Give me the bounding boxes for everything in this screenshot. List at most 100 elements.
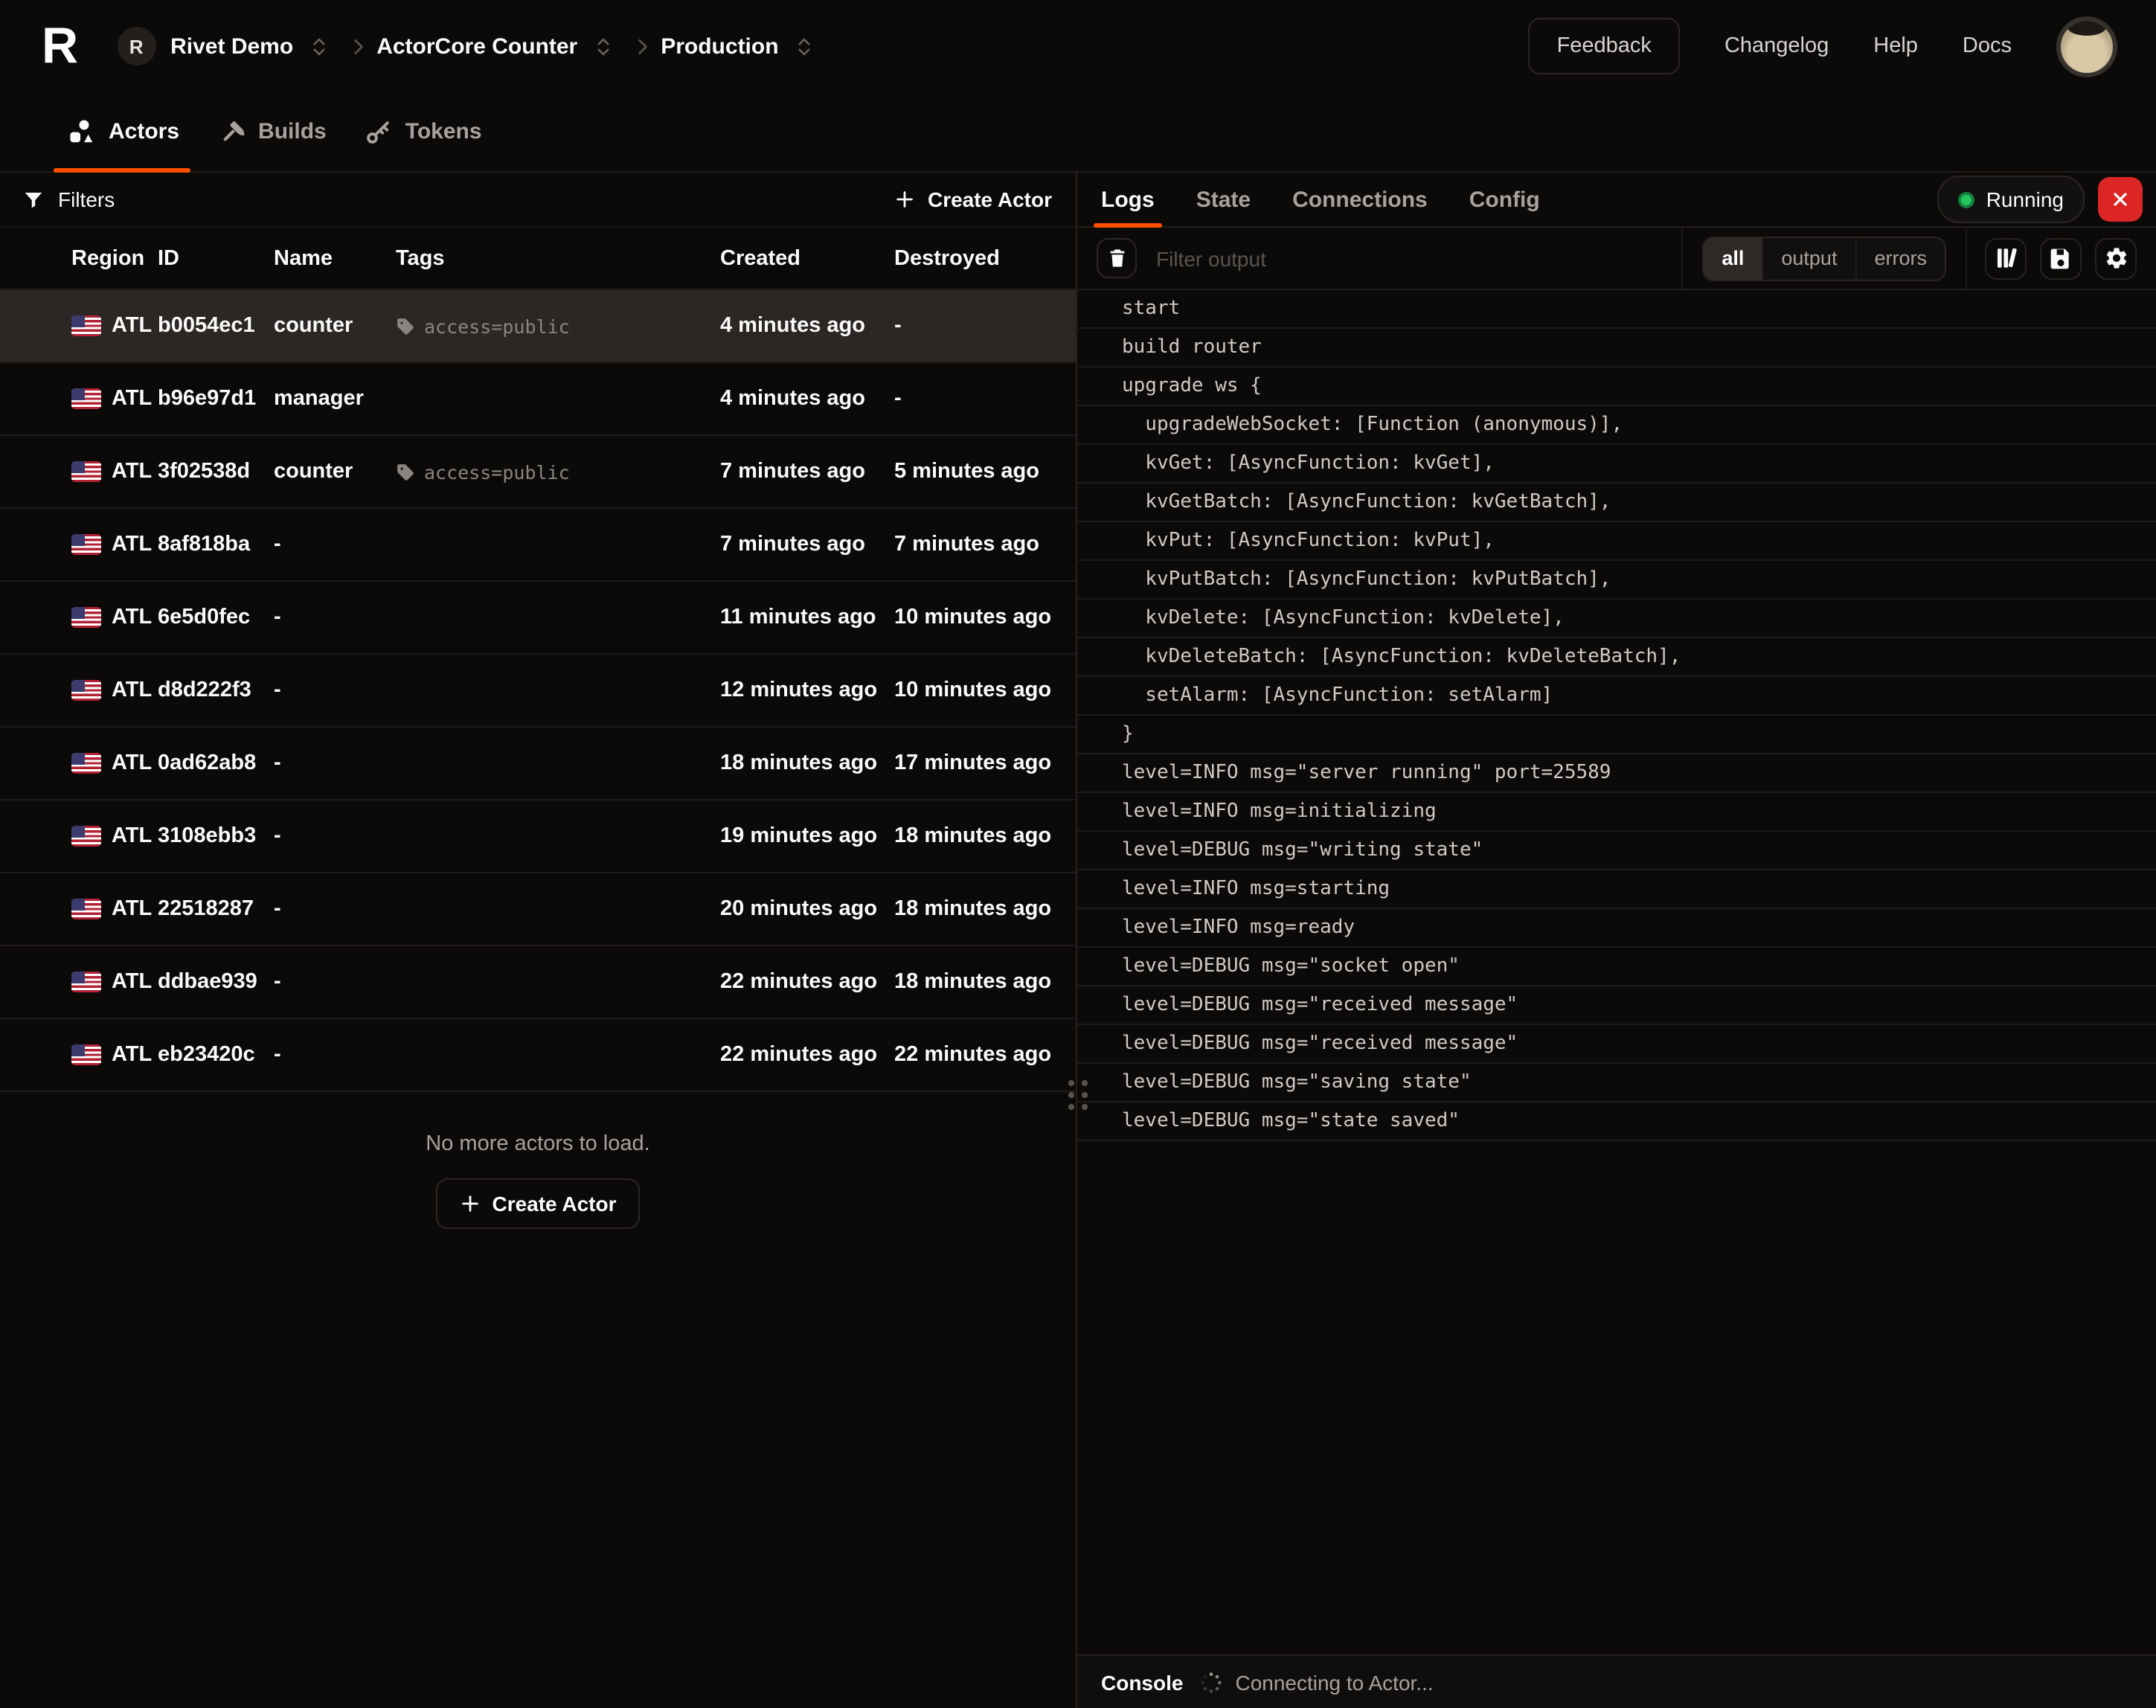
log-settings-button[interactable] [2095,237,2137,279]
breadcrumb-item[interactable]: ActorCore Counter [376,33,623,59]
save-logs-button[interactable] [2040,237,2082,279]
table-row[interactable]: ATLb96e97d1manager4 minutes ago- [0,363,1076,436]
panel-resize-handle[interactable] [1065,1077,1091,1113]
breadcrumb-item[interactable]: RRivet Demo [117,27,339,65]
table-row[interactable]: ATL0ad62ab8-18 minutes ago17 minutes ago [0,728,1076,800]
destroyed-cell: 10 minutes ago [894,606,1076,629]
log-line[interactable]: level=INFO msg=initializing [1077,793,2156,832]
filters-button[interactable]: Filters [22,187,115,211]
create-actor-button-bottom[interactable]: Create Actor [435,1178,640,1229]
log-line[interactable]: kvDeleteBatch: [AsyncFunction: kvDeleteB… [1077,638,2156,677]
detail-tab-connections[interactable]: Connections [1292,173,1428,226]
log-line[interactable]: level=DEBUG msg="writing state" [1077,832,2156,870]
name-cell: - [274,606,396,629]
log-line[interactable]: level=DEBUG msg="saving state" [1077,1064,2156,1102]
table-row[interactable]: ATLb0054ec1counteraccess=public4 minutes… [0,290,1076,363]
log-line[interactable]: build router [1077,329,2156,367]
header-link-help[interactable]: Help [1873,34,1918,58]
view-raw-logs-button[interactable] [1985,237,2027,279]
console-bar[interactable]: Console Connecting to Actor... [1077,1654,2156,1708]
feedback-button[interactable]: Feedback [1529,18,1680,74]
table-row[interactable]: ATLeb23420c-22 minutes ago22 minutes ago [0,1019,1076,1092]
name-cell: - [274,824,396,848]
destroyed-cell: 7 minutes ago [894,533,1076,556]
log-line[interactable]: level=INFO msg="server running" port=255… [1077,754,2156,793]
created-cell: 18 minutes ago [720,751,894,775]
table-row[interactable]: ATLd8d222f3-12 minutes ago10 minutes ago [0,655,1076,728]
log-line[interactable]: setAlarm: [AsyncFunction: setAlarm] [1077,677,2156,716]
close-button[interactable] [2098,177,2143,222]
breadcrumb-item[interactable]: Production [661,33,824,59]
log-line[interactable]: kvGet: [AsyncFunction: kvGet], [1077,445,2156,484]
log-line[interactable]: level=INFO msg=ready [1077,909,2156,948]
log-line[interactable]: level=DEBUG msg="received message" [1077,1025,2156,1064]
log-line[interactable]: kvDelete: [AsyncFunction: kvDelete], [1077,600,2156,638]
table-row[interactable]: ATL6e5d0fec-11 minutes ago10 minutes ago [0,582,1076,655]
filter-mode-output[interactable]: output [1763,237,1856,279]
filter-modes-section: alloutputerrors [1683,228,1967,289]
destroyed-cell: 10 minutes ago [894,678,1076,702]
log-line[interactable]: } [1077,716,2156,754]
caret-updown-icon[interactable] [592,35,615,57]
table-row[interactable]: ATL3108ebb3-19 minutes ago18 minutes ago [0,800,1076,873]
create-actor-label: Create Actor [928,187,1052,211]
name-cell: counter [274,460,396,484]
org-avatar: R [117,27,155,65]
id-cell: b0054ec1 [158,314,274,338]
tab-actors[interactable]: Actors [67,92,179,171]
detail-tab-logs[interactable]: Logs [1101,173,1155,226]
main-tabs: Actors Builds Tokens [0,92,2156,173]
clear-logs-button[interactable] [1097,238,1137,278]
table-row[interactable]: ATLddbae939-22 minutes ago18 minutes ago [0,946,1076,1019]
caret-updown-icon[interactable] [308,35,330,57]
filter-input-section [1077,228,1683,289]
plus-icon [459,1193,480,1214]
created-cell: 22 minutes ago [720,970,894,994]
header-link-changelog[interactable]: Changelog [1725,34,1829,58]
breadcrumb-separator-chevron-icon [632,36,652,56]
tags-cell: access=public [396,460,720,483]
rivet-logo: R [42,21,75,71]
filter-mode-all[interactable]: all [1704,237,1763,279]
table-row[interactable]: ATL8af818ba-7 minutes ago7 minutes ago [0,509,1076,582]
log-line[interactable]: level=DEBUG msg="socket open" [1077,948,2156,986]
filter-output-input[interactable] [1153,245,1681,272]
log-filter-row: alloutputerrors [1077,228,2156,290]
region-cell: ATL [71,1043,158,1067]
id-cell: 3f02538d [158,460,274,484]
filter-mode-errors[interactable]: errors [1856,237,1945,279]
log-line[interactable]: start [1077,290,2156,329]
create-actor-button-top[interactable]: Create Actor [895,187,1052,211]
log-line[interactable]: upgrade ws { [1077,367,2156,406]
us-flag-icon [71,534,101,555]
log-line[interactable]: level=INFO msg=starting [1077,870,2156,909]
log-line[interactable]: level=DEBUG msg="state saved" [1077,1102,2156,1141]
region-label: ATL [112,387,152,411]
region-cell: ATL [71,606,158,629]
log-line[interactable]: upgradeWebSocket: [Function (anonymous)]… [1077,406,2156,445]
log-line[interactable]: level=DEBUG msg="received message" [1077,986,2156,1025]
tab-tokens[interactable]: Tokens [365,92,482,171]
breadcrumb-label: ActorCore Counter [376,33,577,59]
log-line[interactable]: kvGetBatch: [AsyncFunction: kvGetBatch], [1077,484,2156,522]
destroyed-cell: 22 minutes ago [894,1043,1076,1067]
id-cell: 22518287 [158,897,274,921]
header-link-docs[interactable]: Docs [1963,34,2012,58]
tag-label: access=public [424,315,570,337]
detail-tab-config[interactable]: Config [1469,173,1540,226]
id-cell: 6e5d0fec [158,606,274,629]
region-cell: ATL [71,387,158,411]
caret-updown-icon[interactable] [794,35,816,57]
spinner-icon [1199,1670,1223,1694]
column-header-tags: Tags [396,246,720,270]
detail-tab-state[interactable]: State [1196,173,1251,226]
avatar[interactable] [2056,16,2117,77]
region-label: ATL [112,824,152,848]
name-cell: - [274,533,396,556]
log-line[interactable]: kvPutBatch: [AsyncFunction: kvPutBatch], [1077,561,2156,600]
created-cell: 20 minutes ago [720,897,894,921]
table-row[interactable]: ATL22518287-20 minutes ago18 minutes ago [0,873,1076,946]
tab-builds[interactable]: Builds [218,92,327,171]
table-row[interactable]: ATL3f02538dcounteraccess=public7 minutes… [0,436,1076,509]
log-line[interactable]: kvPut: [AsyncFunction: kvPut], [1077,522,2156,561]
